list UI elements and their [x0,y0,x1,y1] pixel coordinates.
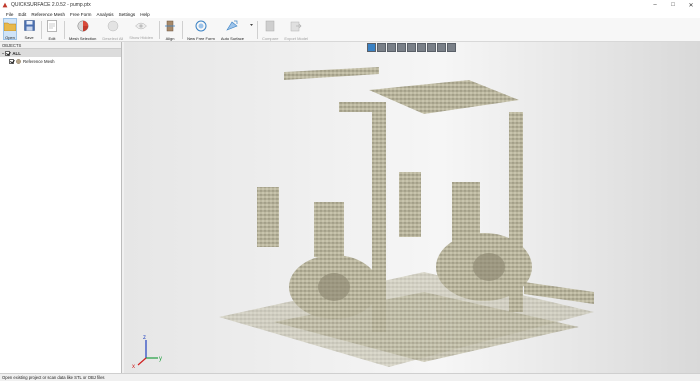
3d-viewport[interactable]: z y x [124,42,700,373]
maximize-button[interactable]: □ [664,0,682,10]
free-form-icon [195,20,207,32]
tree-item-label: Reference Mesh [23,58,55,64]
menu-settings[interactable]: Settings [119,12,136,17]
objects-panel-header: OBJECTS [0,42,121,49]
impeller-left [318,273,350,301]
deselect-all-icon [107,20,119,32]
auto-surface-button[interactable]: Auto Surface [221,18,244,41]
toolbar-separator [256,21,258,39]
x-axis-label: x [132,364,135,370]
point-cloud-render [219,67,594,367]
tree-item-reference-mesh[interactable]: Reference Mesh [0,57,121,65]
open-button[interactable]: Open [3,18,17,40]
chevron-down-icon[interactable] [249,18,253,32]
elbow-pipe [339,102,379,112]
menu-bar: File Edit Reference Mesh Free Form Analy… [0,10,700,18]
axis-triad: z y x [132,335,162,370]
mesh-selection-icon [77,20,89,32]
edit-document-icon [46,20,58,32]
menu-free-form[interactable]: Free Form [70,12,91,17]
tree-node-all[interactable]: − ALL [0,49,121,57]
eye-icon [135,20,147,31]
menu-file[interactable]: File [6,12,13,17]
auto-surface-icon [226,20,238,32]
pipe-rack [369,80,519,114]
menu-analysis[interactable]: Analysis [97,12,114,17]
save-button[interactable]: Save [23,18,35,40]
new-free-form-button[interactable]: New Free Form [187,18,215,41]
compare-button[interactable]: Compare [262,18,278,41]
compare-icon [264,20,276,32]
objects-panel: OBJECTS − ALL Reference Mesh [0,42,122,373]
close-button[interactable]: ✕ [682,0,700,10]
main-toolbar: Open Save Edit Mesh Selection Deselect A… [0,18,700,42]
edit-button[interactable]: Edit [46,18,58,41]
deselect-all-button[interactable]: Deselect All [102,18,123,41]
menu-help[interactable]: Help [140,12,149,17]
reference-mesh-checkbox[interactable] [9,58,14,64]
status-text: Open existing project or scan data like … [2,375,105,380]
collapse-icon[interactable]: − [2,51,4,56]
toolbar-separator [182,21,184,39]
export-icon [290,20,302,32]
all-checkbox[interactable] [5,50,11,56]
title-bar: QUICKSURFACE 2.0.52 - pump.ptx – □ ✕ [0,0,700,10]
z-axis-label: z [143,335,146,341]
align-button[interactable]: Align [164,18,176,41]
window-title: QUICKSURFACE 2.0.52 - pump.ptx [11,2,91,8]
y-axis-label: y [159,356,162,362]
toolbar-separator [41,21,42,39]
folder-icon [4,21,16,31]
tree-node-all-label: ALL [12,50,21,56]
top-pipe [284,67,379,80]
impeller-right [473,253,505,281]
status-bar: Open existing project or scan data like … [0,373,700,381]
control-panel-left [257,187,279,247]
floppy-disk-icon [23,20,35,31]
toolbar-separator [159,21,161,39]
toolbar-separator [64,21,65,39]
motor-left [314,202,344,257]
show-hidden-button[interactable]: Show Hidden [129,18,153,40]
control-panel-center [399,172,421,237]
motor-right [452,182,480,242]
minimize-button[interactable]: – [646,0,664,10]
menu-reference-mesh[interactable]: Reference Mesh [31,12,65,17]
menu-edit[interactable]: Edit [18,12,26,17]
app-logo-icon [2,2,8,8]
mesh-icon [16,58,21,64]
mesh-selection-button[interactable]: Mesh Selection [69,18,96,41]
export-model-button[interactable]: Export Model [284,18,308,41]
align-icon [164,20,176,32]
